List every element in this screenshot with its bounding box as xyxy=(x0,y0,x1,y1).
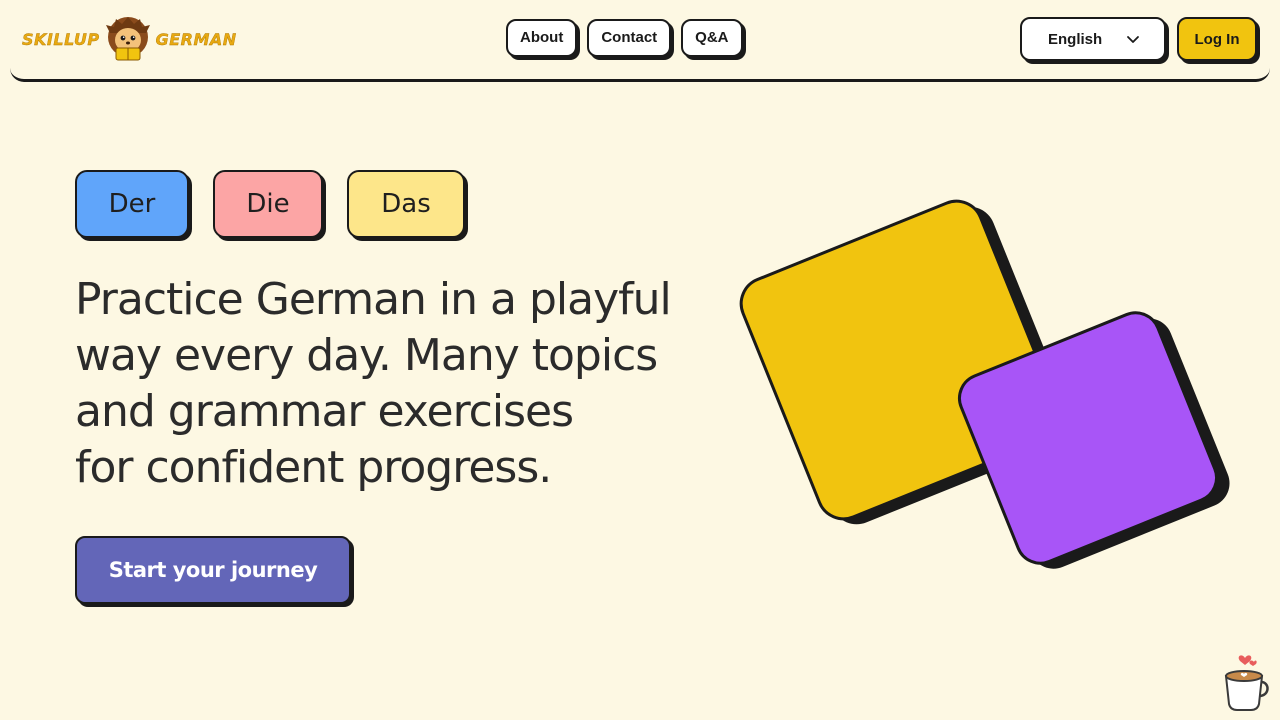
logo-text-right: GERMAN xyxy=(155,29,237,49)
landing-page: SKILLUP GERMAN About Contact Q&A English xyxy=(0,0,1280,720)
main-nav: About Contact Q&A xyxy=(506,19,743,57)
article-der-badge: Der xyxy=(75,170,189,238)
coffee-cup-icon[interactable] xyxy=(1218,652,1274,712)
hero-illustration xyxy=(739,199,1230,569)
nav-contact-button[interactable]: Contact xyxy=(587,19,672,57)
article-badges: Der Die Das xyxy=(75,170,465,238)
nav-about-button[interactable]: About xyxy=(506,19,578,57)
article-das-badge: Das xyxy=(347,170,465,238)
logo-text-left: SKILLUP xyxy=(22,29,100,49)
language-select[interactable]: English xyxy=(1020,17,1166,61)
chevron-down-icon xyxy=(1127,36,1139,43)
start-journey-button[interactable]: Start your journey xyxy=(75,536,351,604)
headline-line: and grammar exercises xyxy=(75,386,574,437)
site-logo[interactable]: SKILLUP GERMAN xyxy=(22,15,237,63)
article-die-badge: Die xyxy=(213,170,323,238)
login-button[interactable]: Log In xyxy=(1177,17,1257,61)
headline-line: for confident progress. xyxy=(75,442,552,493)
headline-line: Practice German in a playful xyxy=(75,274,672,325)
nav-qa-button[interactable]: Q&A xyxy=(681,19,743,57)
hedgehog-mascot-icon xyxy=(105,17,150,61)
language-select-value: English xyxy=(1048,30,1103,48)
site-header: SKILLUP GERMAN About Contact Q&A English xyxy=(10,0,1270,82)
headline-line: way every day. Many topics xyxy=(75,330,658,381)
hero-headline: Practice German in a playful way every d… xyxy=(75,272,715,496)
